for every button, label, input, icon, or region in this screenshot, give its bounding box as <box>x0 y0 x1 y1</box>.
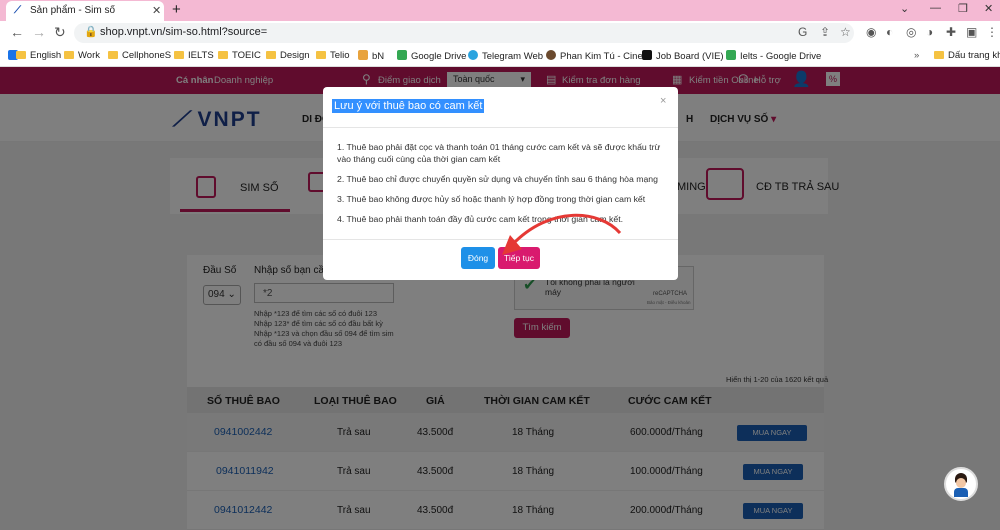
folder-icon <box>108 51 118 59</box>
folder-icon <box>174 51 184 59</box>
folder-icon <box>16 51 26 59</box>
bookmark-label: Telegram Web <box>482 51 544 62</box>
bookmark-item[interactable]: Work <box>64 50 100 61</box>
tab-title: Sản phẩm - Sim số <box>30 5 116 16</box>
extension-icon[interactable]: ◉ <box>866 25 876 39</box>
bookmark-item[interactable]: Phan Kim Tú - Cine... <box>546 50 651 62</box>
bookmark-item[interactable]: Telegram Web <box>468 50 543 62</box>
vnpt-favicon-icon: ⟋ <box>14 5 21 16</box>
extension-icon[interactable]: ◑ <box>926 25 933 39</box>
bookmark-label: Design <box>280 50 310 61</box>
bookmark-item[interactable]: English <box>16 50 61 61</box>
bookmark-item[interactable]: Google Drive <box>397 50 466 62</box>
other-bookmarks[interactable]: Dấu trang khác <box>934 50 1000 61</box>
job-board-icon <box>642 50 652 60</box>
folder-icon <box>934 51 944 59</box>
telegram-icon <box>468 50 478 60</box>
bookmark-item[interactable]: bN <box>358 50 384 62</box>
bookmark-item[interactable]: Design <box>266 50 310 61</box>
bookmark-label: Dấu trang khác <box>948 50 1000 61</box>
bookmark-item[interactable]: Job Board (VIE) <box>642 50 724 62</box>
modal-note: 3. Thuê bao không được hủy số hoặc thanh… <box>337 194 646 204</box>
address-bar[interactable]: 🔒 shop.vnpt.vn/sim-so.html?source= <box>74 23 854 43</box>
bookmarks-bar: English Work CellphoneS IELTS TOEIC Desi… <box>0 45 1000 67</box>
folder-icon <box>64 51 74 59</box>
maximize-icon[interactable]: ❐ <box>958 2 968 15</box>
bookmark-item[interactable]: Telio <box>316 50 350 61</box>
bookmark-label: English <box>30 50 62 61</box>
bookmark-item[interactable]: CellphoneS <box>108 50 171 61</box>
extension-icon[interactable]: ◎ <box>906 25 916 39</box>
divider <box>323 127 678 128</box>
bookmark-label: Work <box>78 50 100 61</box>
forward-icon[interactable]: → <box>32 24 46 40</box>
bn-icon <box>358 50 368 60</box>
url-text: shop.vnpt.vn/sim-so.html?source= <box>100 26 268 38</box>
bookmark-star-icon[interactable]: ☆ <box>840 25 851 39</box>
bookmark-label: Job Board (VIE) <box>656 51 724 62</box>
folder-icon <box>316 51 326 59</box>
tab-close-icon[interactable]: ✕ <box>152 4 161 17</box>
bookmark-label: Google Drive <box>411 51 467 62</box>
modal-close-icon[interactable]: × <box>660 95 666 107</box>
share-icon[interactable]: ⇪ <box>820 25 830 39</box>
google-icon[interactable]: G <box>798 25 807 39</box>
modal-note: vào tháng cuối cùng của thời gian cam kế… <box>337 154 501 164</box>
bookmark-label: Ielts - Google Drive <box>740 51 822 62</box>
bookmark-label: Phan Kim Tú - Cine... <box>560 51 651 62</box>
bookmark-label: IELTS <box>188 50 214 61</box>
bookmark-item[interactable]: IELTS <box>174 50 214 61</box>
bookmark-label: bN <box>372 51 385 62</box>
modal-note: 2. Thuê bao chỉ được chuyển quyền sử dụn… <box>337 174 658 184</box>
bookmark-label: CellphoneS <box>122 50 172 61</box>
new-tab-icon[interactable]: + <box>172 1 181 18</box>
back-icon[interactable]: ← <box>10 24 24 40</box>
tab-search-icon[interactable]: ⌄ <box>900 2 909 15</box>
extension-icon[interactable]: ◐ <box>886 25 893 39</box>
folder-icon <box>218 51 228 59</box>
bookmarks-overflow-icon[interactable]: » <box>914 50 919 61</box>
puzzle-icon[interactable]: ✚ <box>946 25 956 39</box>
lock-icon[interactable]: 🔒 <box>84 25 98 38</box>
window-close-icon[interactable]: ✕ <box>984 2 993 15</box>
reload-icon[interactable]: ↻ <box>54 24 66 41</box>
chat-assistant-avatar[interactable] <box>944 467 978 501</box>
bookmark-label: Telio <box>330 50 350 61</box>
body-icon <box>954 488 968 497</box>
bookmark-item[interactable]: TOEIC <box>218 50 261 61</box>
face-icon <box>956 478 966 488</box>
google-drive-icon <box>397 50 407 60</box>
menu-dots-icon[interactable]: ⋮ <box>986 25 998 39</box>
minimize-icon[interactable]: — <box>930 2 941 14</box>
modal-note: 1. Thuê bao phải đặt cọc và thanh toán 0… <box>337 142 661 152</box>
avatar-icon <box>546 50 556 60</box>
browser-tab[interactable]: ⟋ Sản phẩm - Sim số ✕ <box>6 1 164 21</box>
sidebar-icon[interactable]: ▣ <box>966 25 977 39</box>
bookmark-label: TOEIC <box>232 50 261 61</box>
address-toolbar: ← → ↻ 🔒 shop.vnpt.vn/sim-so.html?source=… <box>0 21 1000 45</box>
bookmark-item[interactable]: Ielts - Google Drive <box>726 50 821 62</box>
annotation-arrow-icon <box>502 213 622 255</box>
folder-icon <box>266 51 276 59</box>
google-drive-icon <box>726 50 736 60</box>
modal-title: Lưu ý với thuê bao có cam kết <box>332 99 485 113</box>
